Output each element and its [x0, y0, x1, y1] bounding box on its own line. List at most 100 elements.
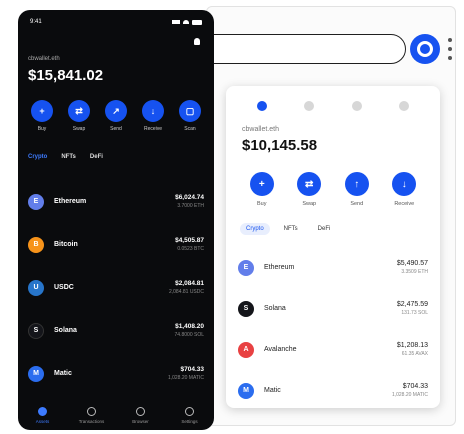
popup-asset-list: E Ethereum $5,490.57 3.3509 ETH S Solana $2,47…: [238, 247, 428, 411]
asset-fiat-value: $6,024.74: [175, 194, 204, 201]
popup-tab-defi[interactable]: DeFi: [312, 223, 337, 235]
popup-balance: $10,145.58: [242, 137, 318, 154]
nav-transactions[interactable]: Transactions: [74, 407, 110, 424]
tab-defi[interactable]: DeFi: [90, 154, 103, 160]
asset-amount: 3.7000 ETH: [177, 203, 204, 209]
extension-popup: cbwallet.eth $10,145.58 + Buy ⇄ Swap ↑ Send ↓ R…: [226, 86, 440, 408]
nav-assets[interactable]: Assets: [25, 407, 61, 424]
swap-button[interactable]: ⇄ Swap: [65, 100, 93, 132]
asset-amount: 3.3509 ETH: [401, 269, 428, 275]
asset-fiat-value: $1,408.20: [175, 323, 204, 330]
popup-tab-crypto[interactable]: Crypto: [240, 223, 270, 235]
notification-bell-icon[interactable]: [194, 38, 200, 45]
asset-fiat-value: $2,475.59: [396, 301, 428, 308]
avalanche-icon: A: [238, 341, 254, 358]
list-item[interactable]: M Matic $704.33 1,028.20 MATIC: [238, 370, 428, 411]
transactions-icon: [87, 407, 96, 416]
screenshot-stage: cbwallet.eth $10,145.58 + Buy ⇄ Swap ↑ Send ↓ R…: [0, 0, 464, 434]
nav-label: Assets: [35, 419, 50, 424]
ethereum-icon: E: [28, 193, 44, 210]
nav-settings[interactable]: Settings: [172, 407, 208, 424]
tab-crypto[interactable]: Crypto: [28, 154, 47, 160]
browser-icon: [136, 407, 145, 416]
coinbase-wallet-extension-icon[interactable]: [410, 34, 440, 64]
asset-values: $2,084.81 2,084.81 USDC: [169, 280, 204, 295]
popup-send-button[interactable]: ↑ Send: [337, 172, 377, 207]
nav-label: Settings: [181, 419, 198, 424]
popup-nav-browser-icon[interactable]: [351, 101, 362, 111]
asset-values: $5,490.57 3.3509 ETH: [397, 260, 428, 275]
status-icons: [172, 19, 202, 25]
status-time: 9:41: [30, 19, 42, 25]
asset-name: Matic: [264, 387, 281, 394]
receive-label: Receive: [143, 126, 163, 132]
tab-nfts[interactable]: NFTs: [61, 154, 76, 160]
status-bar: 9:41: [18, 10, 214, 26]
mobile-wallet-app: 9:41 cbwallet.eth $15,841.02 + Buy ⇄ Swap ↗ S…: [18, 10, 214, 430]
phone-asset-list: E Ethereum $6,024.74 3.7000 ETH B Bitcoin $4,5…: [18, 180, 214, 395]
nav-browser[interactable]: Browser: [123, 407, 159, 424]
buy-button[interactable]: + Buy: [28, 100, 56, 132]
list-item[interactable]: U USDC $2,084.81 2,084.81 USDC: [18, 266, 214, 309]
popup-nav-settings-icon[interactable]: [399, 101, 410, 111]
asset-values: $1,208.13 61.35 AVAX: [397, 342, 428, 357]
asset-amount: 1,028.20 MATIC: [167, 375, 204, 381]
asset-values: $2,475.59 131.73 SOL: [397, 301, 428, 316]
send-icon: ↑: [344, 172, 369, 196]
solana-icon: S: [238, 300, 254, 317]
list-item[interactable]: M Matic $704.33 1,028.20 MATIC: [18, 352, 214, 395]
popup-tab-nfts[interactable]: NFTs: [278, 223, 304, 235]
list-item[interactable]: E Ethereum $5,490.57 3.3509 ETH: [238, 247, 428, 288]
asset-name: Solana: [54, 327, 77, 334]
nav-label: Browser: [132, 419, 149, 424]
asset-values: $6,024.74 3.7000 ETH: [175, 194, 204, 209]
receive-label: Receive: [394, 201, 415, 207]
asset-fiat-value: $1,208.13: [396, 342, 428, 349]
asset-fiat-value: $704.33: [402, 383, 428, 390]
list-item[interactable]: E Ethereum $6,024.74 3.7000 ETH: [18, 180, 214, 223]
asset-values: $704.33 1,028.20 MATIC: [392, 383, 428, 398]
swap-label: Swap: [302, 201, 317, 207]
plus-icon: +: [31, 100, 53, 122]
send-button[interactable]: ↗ Send: [102, 100, 130, 132]
address-bar[interactable]: [198, 34, 406, 64]
popup-buy-button[interactable]: + Buy: [242, 172, 282, 207]
scan-icon: ▢: [179, 100, 201, 122]
swap-icon: ⇄: [68, 100, 90, 122]
phone-tabs: Crypto NFTs DeFi: [28, 154, 214, 160]
receive-icon: ↓: [142, 100, 164, 122]
receive-button[interactable]: ↓ Receive: [139, 100, 167, 132]
ethereum-icon: E: [238, 259, 254, 276]
asset-amount: 1,028.20 MATIC: [391, 392, 428, 398]
asset-fiat-value: $2,084.81: [175, 280, 204, 287]
usdc-icon: U: [28, 279, 44, 296]
asset-amount: 74.8000 SOL: [174, 332, 204, 338]
list-item[interactable]: A Avalanche $1,208.13 61.35 AVAX: [238, 329, 428, 370]
scan-button[interactable]: ▢ Scan: [176, 100, 204, 132]
swap-icon: ⇄: [297, 172, 322, 196]
buy-label: Buy: [37, 126, 47, 132]
scan-label: Scan: [184, 126, 196, 132]
list-item[interactable]: S Solana $1,408.20 74.8000 SOL: [18, 309, 214, 352]
matic-icon: M: [28, 365, 44, 382]
swap-label: Swap: [72, 126, 86, 132]
browser-menu-icon[interactable]: [446, 38, 454, 60]
matic-icon: M: [238, 382, 254, 399]
nav-label: Transactions: [78, 419, 105, 424]
asset-values: $4,505.87 0.0523 BTC: [175, 237, 204, 252]
phone-balance: $15,841.02: [28, 67, 104, 84]
list-item[interactable]: B Bitcoin $4,505.87 0.0523 BTC: [18, 223, 214, 266]
asset-name: Ethereum: [54, 198, 87, 205]
asset-name: Matic: [54, 370, 72, 377]
popup-actions: + Buy ⇄ Swap ↑ Send ↓ Receive: [238, 172, 428, 207]
phone-bottom-nav: Assets Transactions Browser Settings: [18, 407, 214, 424]
bitcoin-icon: B: [28, 236, 44, 253]
list-item[interactable]: S Solana $2,475.59 131.73 SOL: [238, 288, 428, 329]
popup-nav-assets-icon[interactable]: [256, 101, 267, 111]
asset-name: Ethereum: [264, 264, 295, 271]
popup-nav-transactions-icon[interactable]: [304, 101, 315, 111]
asset-fiat-value: $4,505.87: [175, 237, 204, 244]
popup-receive-button[interactable]: ↓ Receive: [384, 172, 424, 207]
popup-swap-button[interactable]: ⇄ Swap: [289, 172, 329, 207]
asset-name: Avalanche: [264, 346, 297, 353]
